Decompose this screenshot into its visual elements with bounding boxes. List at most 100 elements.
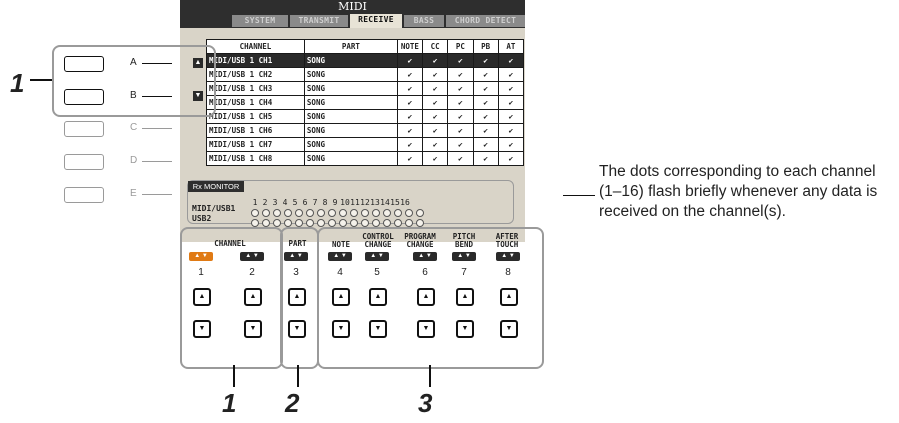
checkmark-icon[interactable]: ✔	[396, 137, 424, 152]
up-button-5[interactable]: ▲	[369, 288, 387, 306]
checkmark-icon[interactable]: ✔	[396, 53, 424, 68]
down-button-1[interactable]: ▼	[193, 320, 211, 338]
down-button-4[interactable]: ▼	[332, 320, 350, 338]
cell-part: SONG	[303, 67, 398, 82]
table-row[interactable]: MIDI/USB 1 CH2 SONG ✔ ✔ ✔ ✔ ✔	[206, 67, 525, 82]
table-row[interactable]: MIDI/USB 1 CH5 SONG ✔ ✔ ✔ ✔ ✔	[206, 109, 525, 124]
checkmark-icon[interactable]: ✔	[472, 109, 499, 124]
checkmark-icon[interactable]: ✔	[472, 53, 499, 68]
checkmark-icon[interactable]: ✔	[497, 95, 525, 110]
checkmark-icon[interactable]: ✔	[497, 137, 525, 152]
checkmark-icon[interactable]: ✔	[472, 67, 499, 82]
table-row[interactable]: MIDI/USB 1 CH8 SONG ✔ ✔ ✔ ✔ ✔	[206, 151, 525, 166]
checkmark-icon[interactable]: ✔	[497, 67, 525, 82]
cell-channel: MIDI/USB 1 CH6	[206, 123, 305, 138]
line-b	[142, 96, 172, 97]
table-row[interactable]: MIDI/USB 1 CH6 SONG ✔ ✔ ✔ ✔ ✔	[206, 123, 525, 138]
monitor-dot-icon	[350, 219, 358, 227]
checkmark-icon[interactable]: ✔	[472, 123, 499, 138]
button-c[interactable]	[64, 121, 104, 137]
updown-indicator-icon: ▲ ▼	[284, 252, 308, 261]
down-button-3[interactable]: ▼	[288, 320, 306, 338]
monitor-explanation-note: The dots corresponding to each channel (…	[599, 163, 878, 220]
tab-chord-detect[interactable]: CHORD DETECT	[446, 15, 525, 27]
checkmark-icon[interactable]: ✔	[447, 81, 474, 96]
checkmark-icon[interactable]: ✔	[422, 109, 449, 124]
note-pointer-line	[563, 195, 595, 196]
column-number: 6	[422, 267, 428, 278]
checkmark-icon[interactable]: ✔	[497, 123, 525, 138]
tab-transmit[interactable]: TRANSMIT	[290, 15, 348, 27]
updown-indicator-icon: ▲ ▼	[496, 252, 520, 261]
checkmark-icon[interactable]: ✔	[422, 67, 449, 82]
checkmark-icon[interactable]: ✔	[422, 123, 449, 138]
up-button-1[interactable]: ▲	[193, 288, 211, 306]
up-button-6[interactable]: ▲	[417, 288, 435, 306]
col-cc: CC	[422, 39, 449, 54]
checkmark-icon[interactable]: ✔	[422, 151, 449, 166]
cell-part: SONG	[303, 137, 398, 152]
checkmark-icon[interactable]: ✔	[497, 151, 525, 166]
checkmark-icon[interactable]: ✔	[447, 123, 474, 138]
table-row[interactable]: MIDI/USB 1 CH7 SONG ✔ ✔ ✔ ✔ ✔	[206, 137, 525, 152]
table-row[interactable]: MIDI/USB 1 CH3 SONG ✔ ✔ ✔ ✔ ✔	[206, 81, 525, 96]
checkmark-icon[interactable]: ✔	[396, 151, 424, 166]
up-button-4[interactable]: ▲	[332, 288, 350, 306]
checkmark-icon[interactable]: ✔	[396, 95, 424, 110]
checkmark-icon[interactable]: ✔	[396, 123, 424, 138]
column-number: 3	[293, 267, 299, 278]
checkmark-icon[interactable]: ✔	[396, 67, 424, 82]
monitor-row-label-1: MIDI/USB1	[192, 204, 236, 213]
checkmark-icon[interactable]: ✔	[472, 95, 499, 110]
checkmark-icon[interactable]: ✔	[422, 137, 449, 152]
button-d[interactable]	[64, 154, 104, 170]
down-button-7[interactable]: ▼	[456, 320, 474, 338]
header-channel: CHANNEL	[214, 239, 246, 248]
down-button-8[interactable]: ▼	[500, 320, 518, 338]
cell-channel: MIDI/USB 1 CH7	[206, 137, 305, 152]
down-button-6[interactable]: ▼	[417, 320, 435, 338]
checkmark-icon[interactable]: ✔	[447, 109, 474, 124]
checkmark-icon[interactable]: ✔	[472, 81, 499, 96]
button-a[interactable]	[64, 56, 104, 72]
col-note: NOTE	[396, 39, 424, 54]
monitor-dot-icon	[416, 219, 424, 227]
down-button-5[interactable]: ▼	[369, 320, 387, 338]
up-button-7[interactable]: ▲	[456, 288, 474, 306]
updown-indicator-icon: ▲ ▼	[328, 252, 352, 261]
checkmark-icon[interactable]: ✔	[396, 109, 424, 124]
checkmark-icon[interactable]: ✔	[447, 95, 474, 110]
checkmark-icon[interactable]: ✔	[396, 81, 424, 96]
up-button-2[interactable]: ▲	[244, 288, 262, 306]
button-e[interactable]	[64, 187, 104, 203]
checkmark-icon[interactable]: ✔	[422, 53, 449, 68]
checkmark-icon[interactable]: ✔	[447, 53, 474, 68]
monitor-dot-icon	[361, 219, 369, 227]
up-button-8[interactable]: ▲	[500, 288, 518, 306]
checkmark-icon[interactable]: ✔	[497, 81, 525, 96]
tab-bass[interactable]: BASS	[404, 15, 444, 27]
cell-part: SONG	[303, 95, 398, 110]
cell-part: SONG	[303, 53, 398, 68]
tab-system[interactable]: SYSTEM	[232, 15, 288, 27]
checkmark-icon[interactable]: ✔	[447, 67, 474, 82]
checkmark-icon[interactable]: ✔	[472, 151, 499, 166]
table-header: CHANNEL PART NOTE CC PC PB AT	[206, 39, 525, 54]
button-b[interactable]	[64, 89, 104, 105]
checkmark-icon[interactable]: ✔	[472, 137, 499, 152]
table-row[interactable]: MIDI/USB 1 CH4 SONG ✔ ✔ ✔ ✔ ✔	[206, 95, 525, 110]
column-number: 7	[461, 267, 467, 278]
checkmark-icon[interactable]: ✔	[447, 151, 474, 166]
checkmark-icon[interactable]: ✔	[497, 109, 525, 124]
tab-receive[interactable]: RECEIVE	[350, 14, 402, 28]
down-button-2[interactable]: ▼	[244, 320, 262, 338]
table-row[interactable]: MIDI/USB 1 CH1 SONG ✔ ✔ ✔ ✔ ✔	[206, 53, 525, 68]
checkmark-icon[interactable]: ✔	[447, 137, 474, 152]
down-arrow-icon: ▼	[193, 91, 203, 101]
monitor-dot-icon	[372, 219, 380, 227]
checkmark-icon[interactable]: ✔	[497, 53, 525, 68]
checkmark-icon[interactable]: ✔	[422, 95, 449, 110]
checkmark-icon[interactable]: ✔	[422, 81, 449, 96]
up-button-3[interactable]: ▲	[288, 288, 306, 306]
updown-indicator-icon: ▲ ▼	[240, 252, 264, 261]
